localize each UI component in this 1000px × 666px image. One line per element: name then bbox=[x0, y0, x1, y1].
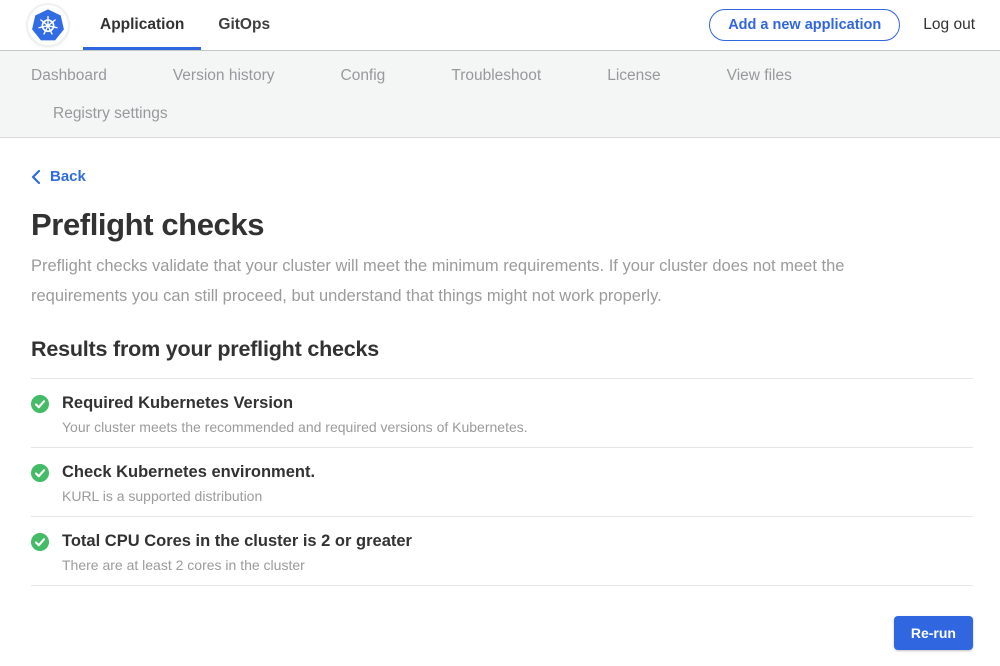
check-detail: KURL is a supported distribution bbox=[62, 488, 973, 504]
subnav-item-troubleshoot[interactable]: Troubleshoot bbox=[451, 67, 541, 85]
subnav-item-view-files[interactable]: View files bbox=[727, 67, 792, 85]
back-link[interactable]: Back bbox=[31, 168, 86, 185]
page-title: Preflight checks bbox=[31, 207, 973, 243]
check-title: Required Kubernetes Version bbox=[62, 394, 293, 413]
tab-application[interactable]: Application bbox=[83, 0, 201, 50]
back-link-label: Back bbox=[50, 168, 86, 185]
subnav-item-version-history[interactable]: Version history bbox=[173, 67, 275, 85]
check-title: Check Kubernetes environment. bbox=[62, 463, 315, 482]
add-new-application-button[interactable]: Add a new application bbox=[709, 9, 900, 41]
preflight-check-row: Check Kubernetes environment. KURL is a … bbox=[31, 448, 973, 517]
logout-link[interactable]: Log out bbox=[923, 16, 975, 34]
chevron-left-icon bbox=[31, 170, 40, 184]
preflight-page: Back Preflight checks Preflight checks v… bbox=[0, 138, 1000, 650]
subnav-row-1: Dashboard Version history Config Trouble… bbox=[31, 67, 1000, 85]
check-title: Total CPU Cores in the cluster is 2 or g… bbox=[62, 532, 412, 551]
tab-gitops[interactable]: GitOps bbox=[201, 0, 287, 50]
subnav-item-dashboard[interactable]: Dashboard bbox=[31, 67, 107, 85]
subnav-item-registry-settings[interactable]: Registry settings bbox=[53, 105, 168, 123]
primary-tabs: Application GitOps bbox=[83, 0, 287, 50]
top-nav: Application GitOps Add a new application… bbox=[0, 0, 1000, 51]
preflight-check-row: Total CPU Cores in the cluster is 2 or g… bbox=[31, 517, 973, 586]
actions-bar: Re-run bbox=[31, 616, 973, 650]
subnav-item-config[interactable]: Config bbox=[341, 67, 386, 85]
preflight-check-row: Required Kubernetes Version Your cluster… bbox=[31, 379, 973, 448]
tab-gitops-label: GitOps bbox=[218, 16, 270, 34]
results-heading: Results from your preflight checks bbox=[31, 337, 973, 362]
app-subnav: Dashboard Version history Config Trouble… bbox=[0, 51, 1000, 138]
check-circle-icon bbox=[31, 533, 49, 551]
subnav-item-license[interactable]: License bbox=[607, 67, 660, 85]
check-circle-icon bbox=[31, 395, 49, 413]
page-description: Preflight checks validate that your clus… bbox=[31, 251, 943, 311]
subnav-row-2: Registry settings bbox=[31, 105, 1000, 123]
preflight-results-list: Required Kubernetes Version Your cluster… bbox=[31, 378, 973, 586]
tab-application-label: Application bbox=[100, 16, 184, 34]
check-circle-icon bbox=[31, 464, 49, 482]
rerun-button[interactable]: Re-run bbox=[894, 616, 973, 650]
check-detail: There are at least 2 cores in the cluste… bbox=[62, 557, 973, 573]
check-detail: Your cluster meets the recommended and r… bbox=[62, 419, 973, 435]
kubernetes-logo-icon[interactable] bbox=[28, 5, 68, 45]
